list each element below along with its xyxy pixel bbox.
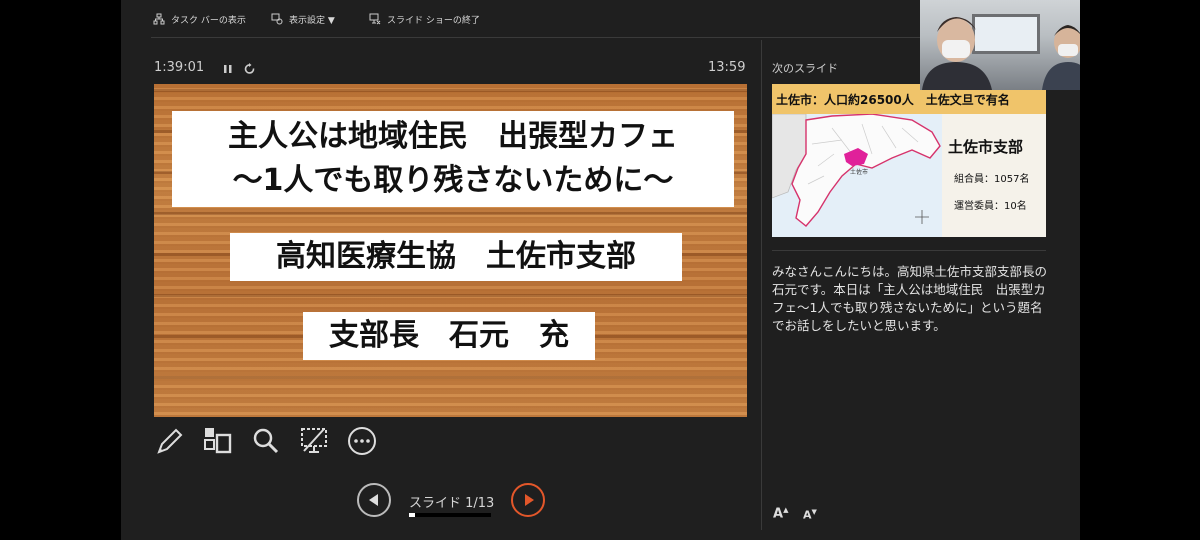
increase-font-button[interactable]: A▲ (773, 506, 788, 521)
pen-tool-button[interactable] (154, 425, 186, 457)
current-slide[interactable]: 主人公は地域住民 出張型カフェ ～1人でも取り残さないために～ 高知医療生協 土… (154, 84, 747, 417)
black-screen-icon (301, 428, 327, 453)
panel-divider-vertical (761, 40, 762, 530)
slide-counter: スライド 1/13 (409, 496, 495, 511)
more-options-button[interactable] (346, 425, 378, 457)
previous-slide-button[interactable] (357, 483, 391, 517)
end-slideshow-label: スライド ショーの終了 (387, 15, 480, 26)
zoom-icon (253, 428, 279, 454)
next-slide-button[interactable] (511, 483, 545, 517)
slide-title-line2: ～1人でも取り残さないために～ (232, 163, 674, 198)
decrease-font-button[interactable]: A▼ (803, 508, 817, 522)
restart-timer-icon[interactable] (243, 62, 257, 76)
end-slideshow-icon (369, 13, 381, 25)
toolbar-divider (151, 37, 921, 38)
slide-progress-fill (409, 513, 416, 517)
pause-icon[interactable] (221, 62, 235, 76)
slide-presenter-name: 支部長 石元 充 (303, 312, 595, 360)
show-taskbar-label: タスク バーの表示 (171, 15, 246, 26)
map-city-label: 土佐市 (850, 168, 868, 176)
notes-divider (772, 250, 1046, 251)
slide-title-box: 主人公は地域住民 出張型カフェ ～1人でも取り残さないために～ (172, 111, 734, 207)
member-count: 組合員：1057名 (954, 174, 1030, 185)
display-settings-button[interactable]: 表示設定 ▼ (271, 12, 335, 26)
display-settings-icon (271, 13, 283, 25)
taskbar-icon (153, 13, 165, 25)
kochi-map-icon: 土佐市 (772, 114, 942, 237)
black-screen-button[interactable] (298, 425, 330, 457)
next-slide-label: 次のスライド (772, 62, 838, 75)
end-slideshow-button[interactable]: スライド ショーの終了 (369, 12, 480, 26)
webcam-video-overlay (920, 0, 1080, 90)
slide-org-name: 高知医療生協 土佐市支部 (230, 233, 682, 281)
next-slide-info: 土佐市支部 組合員：1057名 運営委員：10名 (942, 114, 1046, 237)
increase-font-label: A (773, 506, 784, 522)
committee-count: 運営委員：10名 (954, 201, 1027, 212)
show-taskbar-button[interactable]: タスク バーの表示 (153, 12, 246, 26)
more-options-icon (348, 427, 376, 455)
next-slide-thumbnail[interactable]: 土佐市：人口約26500人 土佐文旦で有名 土佐市 土佐市支部 組合員：1057… (772, 84, 1046, 237)
clock-time: 13:59 (708, 60, 746, 75)
slide-progress-bar (409, 513, 491, 517)
see-all-slides-button[interactable] (202, 425, 234, 457)
participants-video-icon (922, 17, 1080, 90)
speaker-notes[interactable]: みなさんこんにちは。高知県土佐市支部支部長の石元です。本日は「主人公は地域住民 … (772, 263, 1047, 335)
next-slide-map: 土佐市 (772, 114, 942, 237)
all-slides-icon (204, 428, 232, 454)
pen-icon (157, 428, 183, 454)
zoom-button[interactable] (250, 425, 282, 457)
slide-title-line1: 主人公は地域住民 出張型カフェ (228, 119, 678, 154)
display-settings-label: 表示設定 ▼ (289, 15, 335, 26)
decrease-font-label: A (803, 508, 812, 522)
elapsed-timer: 1:39:01 (154, 60, 205, 75)
branch-title: 土佐市支部 (948, 138, 1024, 156)
